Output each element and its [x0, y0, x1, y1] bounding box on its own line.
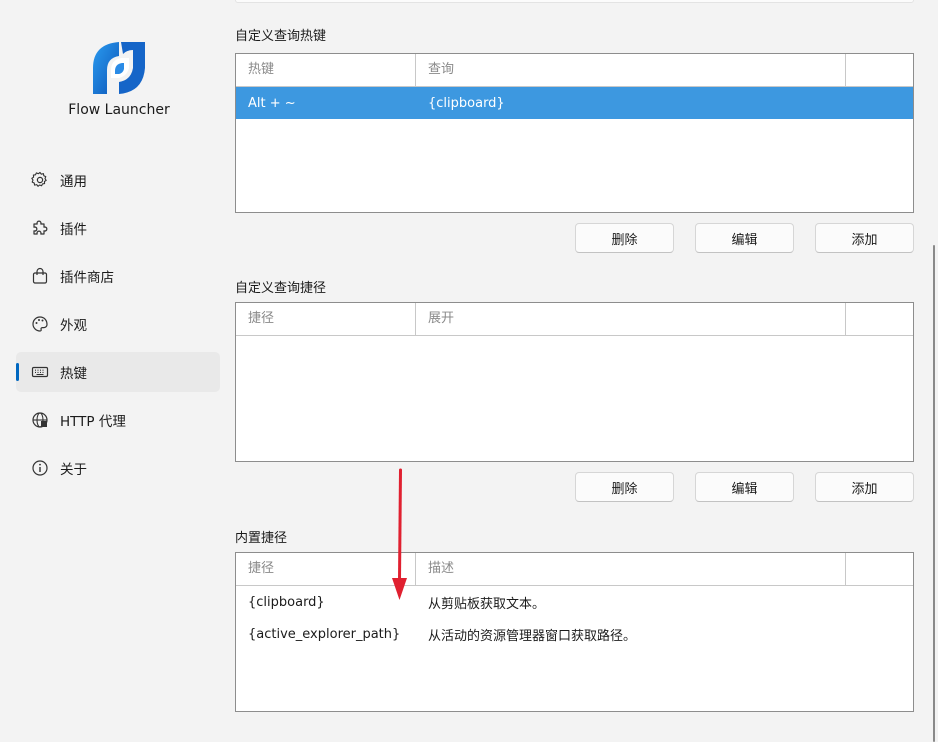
sidebar-item-about[interactable]: 关于 [16, 448, 220, 488]
sidebar-item-label: 关于 [60, 462, 87, 478]
shortcut-edit-button[interactable]: 编辑 [695, 472, 794, 502]
sidebar-item-label: 外观 [60, 318, 87, 334]
column-header-empty [846, 54, 913, 86]
hotkeys-table[interactable]: 热键 查询 Alt + ~ {clipboard} [235, 53, 914, 213]
cell-hotkey: Alt + ~ [248, 95, 296, 111]
column-header-hotkey[interactable]: 热键 [236, 54, 416, 86]
shortcut-delete-button[interactable]: 删除 [575, 472, 674, 502]
column-header-shortcut[interactable]: 捷径 [236, 303, 416, 335]
custom-query-shortcuts-title: 自定义查询捷径 [235, 281, 327, 296]
vertical-scrollbar[interactable] [933, 245, 935, 742]
column-header-empty [846, 303, 913, 335]
table-header: 热键 查询 [236, 54, 913, 87]
custom-query-hotkeys-title: 自定义查询热键 [235, 29, 327, 44]
sidebar-item-label: 通用 [60, 174, 87, 190]
app-name: Flow Launcher [68, 102, 170, 118]
sidebar-item-label: 插件商店 [60, 270, 114, 286]
palette-icon [31, 315, 49, 333]
annotation-arrow-down-icon [388, 468, 412, 602]
sidebar-item-label: 插件 [60, 222, 87, 238]
table-row[interactable]: Alt + ~ {clipboard} [236, 87, 913, 119]
column-header-empty [846, 553, 913, 585]
sidebar-item-hotkeys[interactable]: 热键 [16, 352, 220, 392]
gear-icon [31, 171, 49, 189]
shortcuts-table[interactable]: 捷径 展开 [235, 302, 914, 462]
table-header: 捷径 展开 [236, 303, 913, 336]
sidebar-item-plugins[interactable]: 插件 [16, 208, 220, 248]
sidebar-nav: 通用 插件 插件商店 外观 热键 HTTP 代理 关于 [16, 160, 220, 496]
sidebar-item-appearance[interactable]: 外观 [16, 304, 220, 344]
previous-settings-card [235, 0, 914, 3]
puzzle-icon [31, 219, 49, 237]
hotkey-add-button[interactable]: 添加 [815, 223, 914, 253]
sidebar: Flow Launcher 通用 插件 插件商店 外观 热键 HTTP 代理 关… [0, 0, 228, 742]
hotkey-edit-button[interactable]: 编辑 [695, 223, 794, 253]
sidebar-item-http-proxy[interactable]: HTTP 代理 [16, 400, 220, 440]
table-header: 捷径 描述 [236, 553, 913, 586]
sidebar-item-plugin-store[interactable]: 插件商店 [16, 256, 220, 296]
info-icon [31, 459, 49, 477]
cell-shortcut: {active_explorer_path} [248, 626, 401, 642]
hotkey-delete-button[interactable]: 删除 [575, 223, 674, 253]
column-header-query[interactable]: 查询 [416, 54, 846, 86]
globe-icon [31, 411, 49, 429]
shopping-bag-icon [31, 267, 49, 285]
cell-description: 从活动的资源管理器窗口获取路径。 [428, 628, 637, 644]
shortcut-add-button[interactable]: 添加 [815, 472, 914, 502]
sidebar-item-label: HTTP 代理 [60, 414, 126, 430]
builtin-shortcuts-table[interactable]: 捷径 描述 {clipboard} 从剪贴板获取文本。 {active_expl… [235, 552, 914, 712]
table-row[interactable]: {active_explorer_path} 从活动的资源管理器窗口获取路径。 [236, 618, 913, 650]
keyboard-icon [31, 363, 49, 381]
cell-query: {clipboard} [428, 95, 505, 111]
column-header-description[interactable]: 描述 [416, 553, 846, 585]
sidebar-item-general[interactable]: 通用 [16, 160, 220, 200]
cell-description: 从剪贴板获取文本。 [428, 596, 546, 612]
column-header-expand[interactable]: 展开 [416, 303, 846, 335]
table-row[interactable]: {clipboard} 从剪贴板获取文本。 [236, 586, 913, 618]
sidebar-item-label: 热键 [60, 366, 87, 382]
builtin-shortcuts-title: 内置捷径 [235, 531, 288, 546]
flow-launcher-logo-icon [93, 42, 145, 94]
